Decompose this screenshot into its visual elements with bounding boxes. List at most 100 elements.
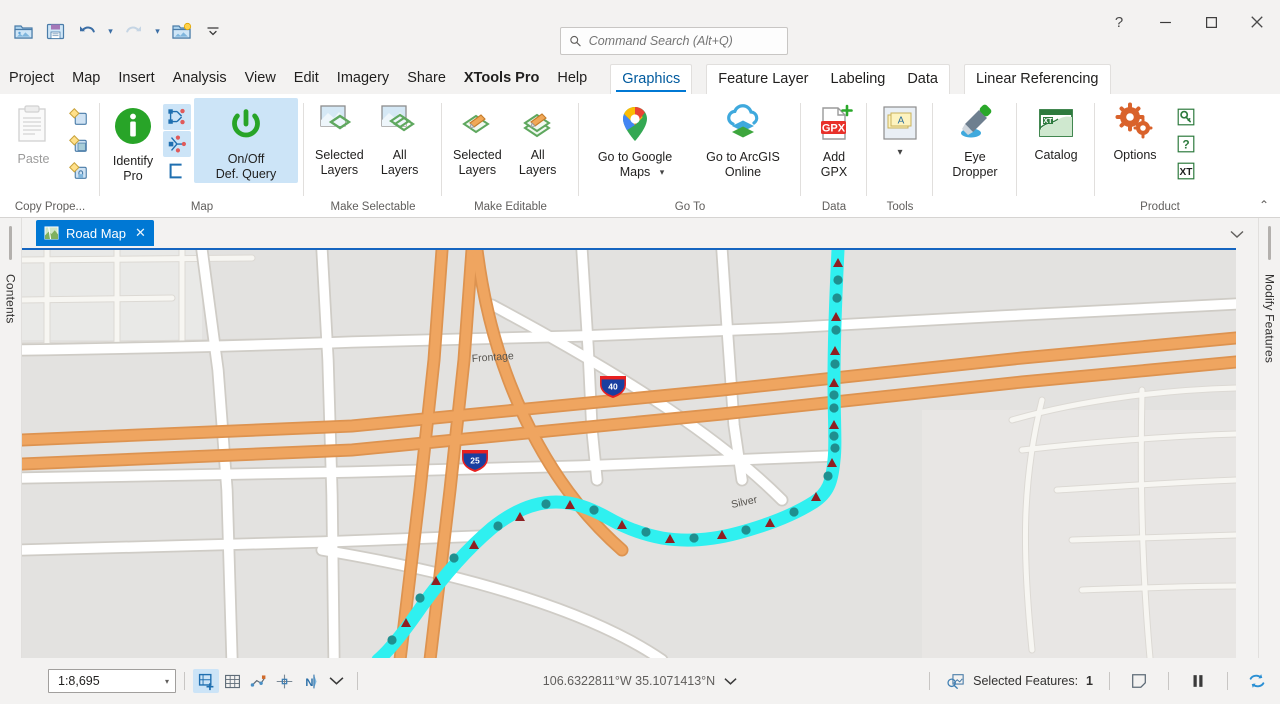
- view-overflow-menu-icon[interactable]: [1230, 230, 1244, 242]
- tab-help[interactable]: Help: [548, 65, 596, 94]
- map-view-tab-close-icon[interactable]: ✕: [135, 225, 146, 241]
- refresh-icon[interactable]: [1244, 669, 1270, 693]
- map-canvas[interactable]: Frontage Silver 40 25: [22, 248, 1236, 658]
- copy-paste-lock-icon[interactable]: [64, 158, 92, 184]
- select-connected-icon[interactable]: [163, 131, 191, 157]
- pencil-layer-icon: [455, 102, 499, 144]
- make-selectable-selected-layers-button[interactable]: Selected Layers: [310, 98, 369, 179]
- selection-extent-icon[interactable]: [1126, 669, 1152, 693]
- tab-edit[interactable]: Edit: [285, 65, 328, 94]
- annotation-tools-button[interactable]: A ▾: [874, 98, 926, 160]
- go-to-google-maps-button[interactable]: Go to Google Maps ▾: [585, 98, 685, 180]
- redo-dropdown-icon[interactable]: ▾: [151, 17, 164, 45]
- close-button[interactable]: [1234, 0, 1280, 44]
- google-maps-caret-icon[interactable]: ▾: [660, 167, 665, 178]
- make-editable-selected-layers-button[interactable]: Selected Layers: [448, 98, 507, 179]
- gears-icon: [1112, 102, 1158, 144]
- bottom-strip: [0, 704, 1280, 720]
- dock-tab-contents[interactable]: Contents: [1, 260, 21, 338]
- customize-qat-icon[interactable]: [198, 16, 228, 46]
- redo-icon[interactable]: [119, 16, 149, 46]
- right-dock-grip[interactable]: [1268, 226, 1271, 260]
- tools-overflow[interactable]: [323, 669, 349, 693]
- search-input[interactable]: [588, 34, 779, 48]
- ribbon-group-label-make-selectable: Make Selectable: [330, 201, 416, 213]
- coordinates-readout[interactable]: 106.6322811°W 35.1071413°N: [490, 674, 790, 688]
- identify-pro-button[interactable]: Identify Pro: [106, 98, 160, 185]
- paste-properties-icon[interactable]: [64, 131, 92, 157]
- tab-xtools-pro[interactable]: XTools Pro: [455, 65, 548, 94]
- status-separator-3: [929, 672, 931, 690]
- left-dock: Contents: [0, 218, 22, 658]
- snapping-tool[interactable]: [245, 669, 271, 693]
- save-project-icon[interactable]: [40, 16, 70, 46]
- make-editable-selected-label: Selected Layers: [453, 148, 502, 177]
- make-editable-all-layers-button[interactable]: All Layers: [511, 98, 565, 179]
- select-by-graphic-icon[interactable]: [163, 104, 191, 130]
- left-dock-grip[interactable]: [9, 226, 12, 260]
- tab-share[interactable]: Share: [398, 65, 455, 94]
- ribbon-group-label-data: Data: [821, 201, 847, 213]
- tab-feature-layer[interactable]: Feature Layer: [707, 65, 819, 94]
- make-selectable-all-layers-button[interactable]: All Layers: [373, 98, 427, 179]
- identify-pro-label: Identify Pro: [112, 154, 154, 183]
- tab-labeling[interactable]: Labeling: [820, 65, 897, 94]
- scale-dropdown-icon[interactable]: ▾: [165, 677, 169, 686]
- eye-dropper-label: Eye Dropper: [952, 150, 998, 179]
- clip-extent-icon[interactable]: [163, 158, 191, 184]
- status-separator-6: [1227, 672, 1228, 690]
- tab-view[interactable]: View: [236, 65, 285, 94]
- north-arrow-tool[interactable]: N: [297, 669, 323, 693]
- minimize-button[interactable]: [1142, 0, 1188, 44]
- grid-tool[interactable]: [219, 669, 245, 693]
- eye-dropper-button[interactable]: Eye Dropper: [939, 98, 1011, 181]
- tab-imagery[interactable]: Imagery: [328, 65, 398, 94]
- undo-dropdown-icon[interactable]: ▾: [104, 17, 117, 45]
- collapse-ribbon-button[interactable]: ⌃: [1254, 195, 1274, 215]
- tab-graphics[interactable]: Graphics: [611, 65, 691, 94]
- help-question-icon[interactable]: ?: [1172, 131, 1200, 157]
- tab-analysis[interactable]: Analysis: [164, 65, 236, 94]
- layers-select-icon: [378, 102, 422, 144]
- right-dock: Modify Features: [1258, 218, 1280, 658]
- go-to-arcgis-online-button[interactable]: Go to ArcGIS Online: [691, 98, 795, 181]
- options-button[interactable]: Options: [1101, 98, 1169, 165]
- svg-text:40: 40: [608, 382, 618, 392]
- select-by-rectangle-tool[interactable]: [193, 669, 219, 693]
- open-project-icon[interactable]: [8, 16, 38, 46]
- map-view-tab-road-map[interactable]: Road Map ✕: [36, 220, 154, 246]
- catalog-label: Catalog: [1034, 148, 1078, 162]
- crosshair-tool[interactable]: [271, 669, 297, 693]
- xtools-about-icon[interactable]: XT: [1172, 158, 1200, 184]
- def-query-onoff-button[interactable]: On/Off Def. Query: [194, 98, 298, 183]
- catalog-button[interactable]: XT Catalog: [1022, 98, 1090, 165]
- extent-icon: [1132, 674, 1146, 688]
- svg-text:A: A: [898, 116, 905, 127]
- ribbon-group-label-go-to: Go To: [674, 201, 706, 213]
- dock-tab-modify-features[interactable]: Modify Features: [1260, 260, 1280, 377]
- ribbon-group-eyedropper: Eye Dropper: [932, 94, 1017, 218]
- tab-project[interactable]: Project: [0, 65, 63, 94]
- map-tab-icon: [44, 226, 59, 240]
- tab-linear-referencing[interactable]: Linear Referencing: [965, 65, 1110, 94]
- tab-data[interactable]: Data: [896, 65, 949, 94]
- undo-icon[interactable]: [72, 16, 102, 46]
- add-gpx-button[interactable]: GPX Add GPX: [807, 98, 861, 181]
- save-as-icon[interactable]: [166, 16, 196, 46]
- scale-selector[interactable]: 1:8,695 ▾: [48, 669, 176, 693]
- tools-caret-icon[interactable]: ▾: [897, 147, 902, 158]
- coordinates-dropdown-icon[interactable]: [724, 677, 737, 686]
- copy-properties-icon[interactable]: [64, 104, 92, 130]
- snapping-icon: [250, 674, 265, 687]
- paste-button[interactable]: Paste: [6, 98, 61, 169]
- license-key-icon[interactable]: [1172, 104, 1200, 130]
- pause-drawing-icon[interactable]: [1185, 669, 1211, 693]
- maximize-button[interactable]: [1188, 0, 1234, 44]
- power-icon: [223, 102, 269, 148]
- help-button[interactable]: ?: [1096, 0, 1142, 44]
- selected-features-count: 1: [1086, 674, 1093, 688]
- command-search[interactable]: [560, 27, 788, 55]
- status-separator-4: [1109, 672, 1110, 690]
- tab-map[interactable]: Map: [63, 65, 109, 94]
- tab-insert[interactable]: Insert: [109, 65, 163, 94]
